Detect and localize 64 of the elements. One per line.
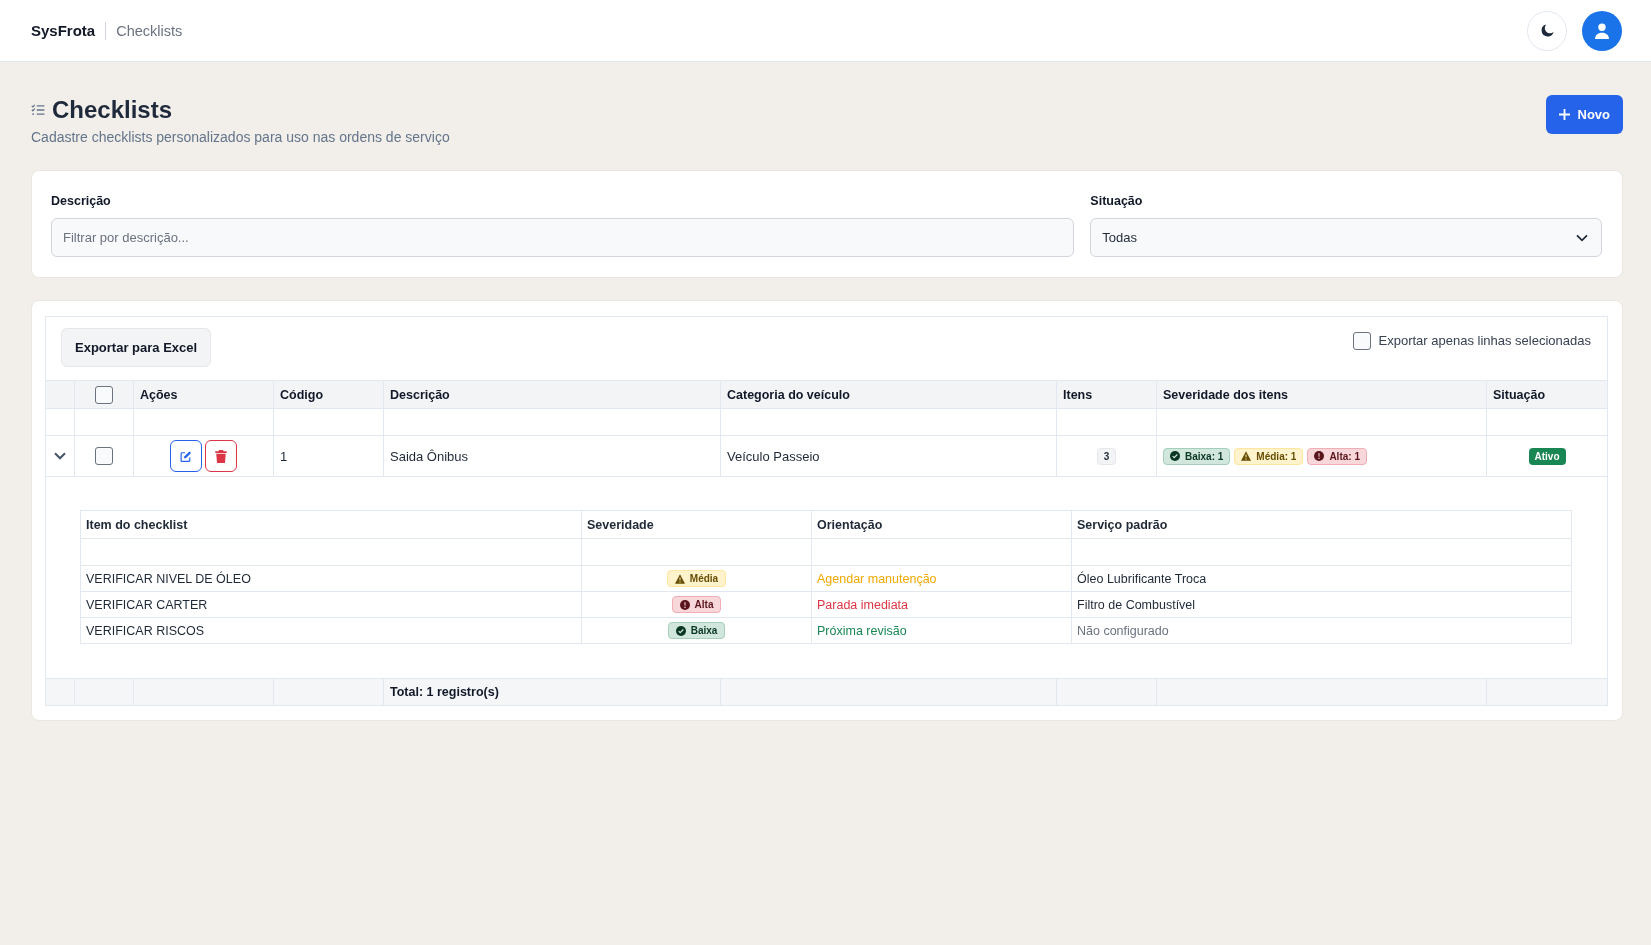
check-circle-icon (675, 625, 686, 636)
user-avatar-button[interactable] (1582, 10, 1622, 51)
severity-label: Alta: 1 (1329, 450, 1360, 462)
severity-label: Média (689, 573, 719, 584)
user-icon (1594, 22, 1610, 39)
theme-toggle-button[interactable] (1527, 10, 1567, 51)
table-cell: VERIFICAR RISCOS (86, 623, 205, 638)
column-header: Serviço padrão (1077, 517, 1168, 532)
export-selected-checkbox[interactable] (1352, 332, 1371, 350)
delete-button[interactable] (205, 440, 237, 472)
column-header: Item do checklist (86, 517, 188, 532)
pencil-square-icon (180, 449, 192, 463)
check-circle-icon (1170, 451, 1180, 461)
severity-label: Baixa (690, 625, 718, 636)
row-checkbox[interactable] (95, 447, 113, 465)
table-cell: Agendar manutenção (817, 571, 937, 586)
column-header: Descrição (390, 387, 450, 402)
table-cell: VERIFICAR NIVEL DE ÓLEO (86, 571, 251, 586)
trash-icon (215, 449, 227, 463)
status-select[interactable]: Todas (1090, 218, 1602, 257)
column-header: Itens (1063, 387, 1093, 402)
exclamation-circle-icon (679, 599, 690, 610)
column-header: Ações (140, 387, 178, 402)
item-count-badge: 3 (1096, 447, 1117, 465)
column-header: Severidade dos itens (1163, 387, 1289, 402)
column-header: Orientação (817, 517, 883, 532)
table-cell: Óleo Lubrificante Troca (1077, 571, 1207, 586)
column-header: Código (280, 387, 324, 402)
column-header: Situação (1493, 387, 1546, 402)
severity-label: Alta (694, 599, 714, 610)
exclamation-circle-icon (1314, 451, 1325, 461)
field-label: Situação (1090, 193, 1143, 209)
new-button[interactable]: Novo (1545, 95, 1623, 134)
severity-label: Baixa: 1 (1185, 450, 1224, 462)
field-label: Descrição (51, 193, 111, 209)
table-cell: VERIFICAR CARTER (86, 597, 208, 612)
select-all-checkbox[interactable] (95, 385, 113, 404)
severity-label: Média: 1 (1256, 450, 1297, 462)
column-header: Categoria do veículo (727, 387, 850, 402)
total-records-text: Total: 1 registro(s) (390, 685, 499, 699)
export-excel-button[interactable]: Exportar para Excel (61, 328, 212, 367)
description-filter-field[interactable]: Filtrar por descrição... (51, 218, 1075, 257)
column-header: Severidade (587, 517, 654, 532)
table-cell: Veículo Passeio (727, 448, 820, 464)
table-cell: Filtro de Combustível (1077, 597, 1196, 612)
moon-icon (1540, 24, 1554, 37)
edit-button[interactable] (170, 440, 202, 472)
checkbox-label: Exportar apenas linhas selecionadas (1378, 332, 1591, 350)
page-title: Checklists (52, 95, 173, 125)
chevron-down-icon (1576, 233, 1588, 242)
table-cell: Saida Ônibus (390, 448, 469, 464)
breadcrumb-text: Checklists (116, 22, 183, 39)
brand-name: SysFrota (31, 22, 96, 39)
warning-triangle-icon (674, 573, 685, 584)
status-badge: Ativo (1528, 447, 1566, 465)
table-cell: Parada imediata (817, 597, 909, 612)
warning-triangle-icon (1241, 451, 1252, 461)
table-cell: 1 (280, 448, 288, 464)
table-cell: Próxima revisão (817, 623, 907, 638)
plus-icon (1558, 109, 1570, 120)
checklist-icon (31, 104, 45, 116)
table-cell: Não configurado (1077, 623, 1169, 638)
page-subtitle: Cadastre checklists personalizados para uso nas ordens de serviço (31, 128, 450, 147)
chevron-down-icon[interactable] (54, 452, 66, 460)
